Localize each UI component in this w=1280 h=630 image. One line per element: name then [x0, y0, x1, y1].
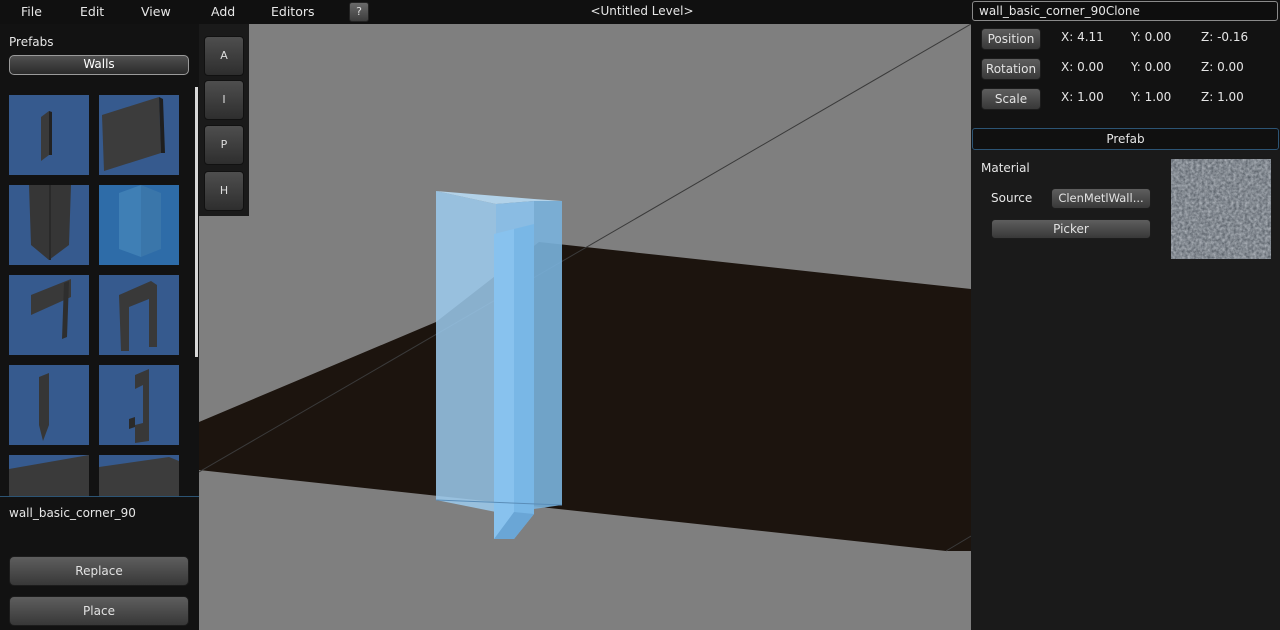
- help-button[interactable]: ?: [349, 2, 369, 22]
- prefab-thumbnail[interactable]: [99, 185, 179, 265]
- inspector-panel: wall_basic_corner_90Clone Position X: 4.…: [971, 0, 1280, 630]
- rotation-y: Y: 0.00: [1131, 60, 1172, 74]
- floor-plane: [199, 242, 971, 551]
- prefabs-label: Prefabs: [9, 35, 54, 49]
- menu-view[interactable]: View: [141, 4, 171, 19]
- prefab-thumbnail[interactable]: [99, 95, 179, 175]
- panel-divider: [0, 496, 199, 497]
- picker-button[interactable]: Picker: [991, 219, 1151, 239]
- level-title: <Untitled Level>: [590, 4, 694, 18]
- object-name-field[interactable]: wall_basic_corner_90Clone: [972, 1, 1278, 21]
- menu-bar: File Edit View Add Editors ? <Untitled L…: [0, 0, 970, 24]
- prefab-thumbnail[interactable]: [9, 455, 89, 496]
- tool-button-h[interactable]: H: [204, 171, 244, 211]
- position-button[interactable]: Position: [981, 28, 1041, 50]
- prefab-thumbnail[interactable]: [9, 185, 89, 265]
- prefab-browser: Prefabs Walls wall_basic_corner_90 Repla…: [0, 24, 199, 630]
- material-label: Material: [981, 161, 1030, 175]
- rotation-button[interactable]: Rotation: [981, 58, 1041, 80]
- prefab-thumbnail[interactable]: [99, 365, 179, 445]
- scale-x: X: 1.00: [1061, 90, 1104, 104]
- category-dropdown[interactable]: Walls: [9, 55, 189, 75]
- position-z: Z: -0.16: [1201, 30, 1249, 44]
- scene-render: [199, 24, 971, 552]
- place-button[interactable]: Place: [9, 596, 189, 626]
- tool-button-i[interactable]: I: [204, 80, 244, 120]
- scale-button[interactable]: Scale: [981, 88, 1041, 110]
- menu-add[interactable]: Add: [211, 4, 235, 19]
- prefab-thumbnail[interactable]: [9, 275, 89, 355]
- rotation-x: X: 0.00: [1061, 60, 1104, 74]
- position-x: X: 4.11: [1061, 30, 1104, 44]
- position-y: Y: 0.00: [1131, 30, 1172, 44]
- scene-viewport[interactable]: [199, 24, 971, 630]
- tool-button-a[interactable]: A: [204, 36, 244, 76]
- prefab-thumbnail[interactable]: [9, 95, 89, 175]
- scale-y: Y: 1.00: [1131, 90, 1172, 104]
- prefab-section-header[interactable]: Prefab: [972, 128, 1279, 150]
- menu-file[interactable]: File: [21, 4, 42, 19]
- material-source-button[interactable]: ClenMetlWall...: [1051, 188, 1151, 209]
- tool-button-p[interactable]: P: [204, 125, 244, 165]
- prefab-thumbnail[interactable]: [9, 365, 89, 445]
- menu-editors[interactable]: Editors: [271, 4, 315, 19]
- material-preview: [1171, 159, 1271, 259]
- prefab-thumbnail-grid: [0, 86, 199, 496]
- rotation-z: Z: 0.00: [1201, 60, 1244, 74]
- prefab-thumbnail[interactable]: [99, 275, 179, 355]
- source-label: Source: [991, 191, 1033, 205]
- tool-palette: A I P H: [199, 24, 249, 216]
- prefab-thumbnail[interactable]: [99, 455, 179, 496]
- selected-wall-corner[interactable]: [435, 191, 563, 539]
- menu-edit[interactable]: Edit: [80, 4, 104, 19]
- selected-prefab-name: wall_basic_corner_90: [9, 506, 136, 520]
- scale-z: Z: 1.00: [1201, 90, 1244, 104]
- thumbnail-scrollbar[interactable]: [195, 87, 198, 357]
- replace-button[interactable]: Replace: [9, 556, 189, 586]
